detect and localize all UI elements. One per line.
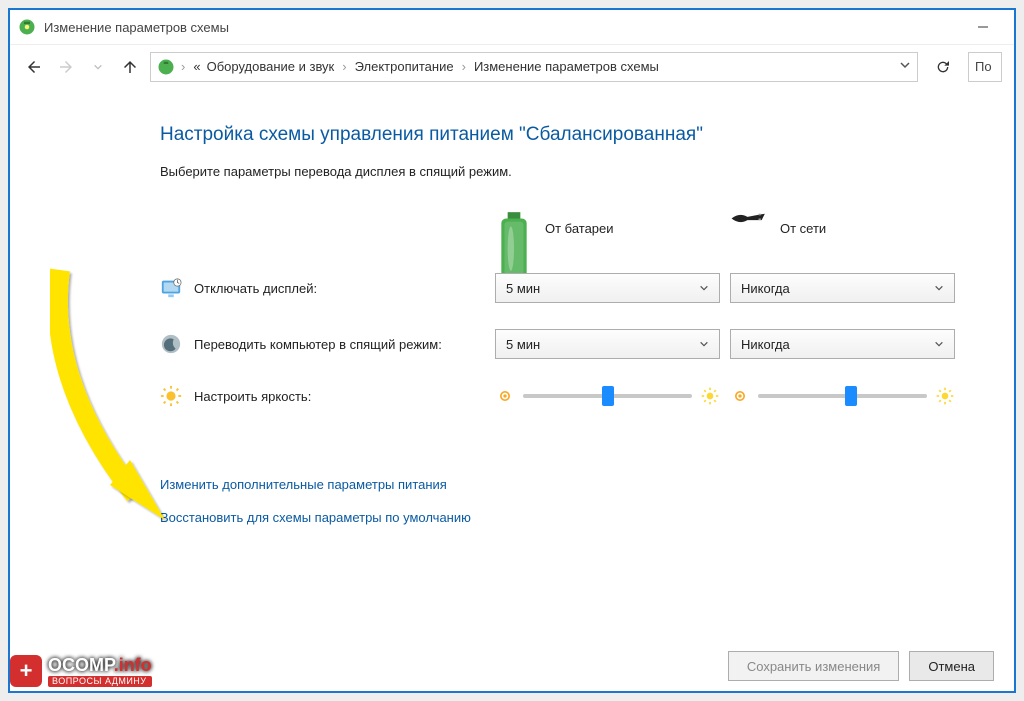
footer-buttons: Сохранить изменения Отмена — [728, 651, 994, 681]
address-dropdown-chevron[interactable] — [899, 59, 911, 74]
dropdown-value: 5 мин — [506, 281, 540, 296]
row-label-display: Отключать дисплей: — [160, 277, 485, 299]
navbar: › « Оборудование и звук › Электропитание… — [10, 44, 1014, 88]
chevron-down-icon — [699, 337, 709, 352]
breadcrumb-item[interactable]: Изменение параметров схемы — [474, 59, 659, 74]
plug-icon — [730, 209, 768, 247]
up-button[interactable] — [118, 55, 142, 79]
breadcrumb-item[interactable]: Оборудование и звук — [207, 59, 335, 74]
search-box[interactable]: По — [968, 52, 1002, 82]
sun-large-icon — [935, 386, 955, 406]
page-subheading: Выберите параметры перевода дисплея в сп… — [160, 164, 954, 179]
breadcrumb-prefix: « — [193, 59, 200, 74]
slider-thumb[interactable] — [602, 386, 614, 406]
page-heading: Настройка схемы управления питанием "Сба… — [160, 124, 954, 146]
column-header-battery: От батареи — [495, 209, 720, 247]
brightness-battery-slider[interactable] — [495, 386, 720, 406]
forward-button[interactable] — [54, 55, 78, 79]
watermark-main: OCOMP.info — [48, 656, 152, 674]
sleep-icon — [160, 333, 182, 355]
chevron-right-icon: › — [460, 59, 468, 74]
links-section: Изменить дополнительные параметры питани… — [160, 477, 954, 525]
dropdown-value: 5 мин — [506, 337, 540, 352]
display-battery-dropdown[interactable]: 5 мин — [495, 273, 720, 303]
watermark: + OCOMP.info ВОПРОСЫ АДМИНУ — [10, 655, 152, 687]
chevron-right-icon: › — [340, 59, 348, 74]
content-area: Настройка схемы управления питанием "Сба… — [10, 88, 1014, 545]
monitor-icon — [160, 277, 182, 299]
slider-track[interactable] — [758, 394, 927, 398]
save-button[interactable]: Сохранить изменения — [728, 651, 900, 681]
row-label-sleep: Переводить компьютер в спящий режим: — [160, 333, 485, 355]
setting-label: Отключать дисплей: — [194, 281, 317, 296]
slider-thumb[interactable] — [845, 386, 857, 406]
column-label: От сети — [780, 221, 826, 236]
sun-icon — [160, 385, 182, 407]
dropdown-value: Никогда — [741, 281, 790, 296]
watermark-sub: ВОПРОСЫ АДМИНУ — [48, 676, 152, 687]
sun-small-icon — [495, 386, 515, 406]
refresh-button[interactable] — [926, 59, 960, 75]
breadcrumb-item[interactable]: Электропитание — [355, 59, 454, 74]
cancel-button[interactable]: Отмена — [909, 651, 994, 681]
column-header-ac: От сети — [730, 209, 955, 247]
chevron-down-icon — [934, 337, 944, 352]
brightness-ac-slider[interactable] — [730, 386, 955, 406]
battery-icon — [495, 209, 533, 247]
sleep-ac-dropdown[interactable]: Никогда — [730, 329, 955, 359]
sun-large-icon — [700, 386, 720, 406]
minimize-button[interactable] — [960, 13, 1006, 41]
setting-label: Переводить компьютер в спящий режим: — [194, 337, 442, 352]
settings-grid: От батареи От сети Отключать дисплей: 5 … — [160, 209, 954, 407]
chevron-down-icon — [699, 281, 709, 296]
sun-small-icon — [730, 386, 750, 406]
back-button[interactable] — [22, 55, 46, 79]
display-ac-dropdown[interactable]: Никогда — [730, 273, 955, 303]
window-title: Изменение параметров схемы — [44, 20, 229, 35]
app-icon — [18, 18, 36, 36]
power-plan-icon — [157, 58, 175, 76]
dropdown-value: Никогда — [741, 337, 790, 352]
sleep-battery-dropdown[interactable]: 5 мин — [495, 329, 720, 359]
titlebar: Изменение параметров схемы — [10, 10, 1014, 44]
advanced-settings-link[interactable]: Изменить дополнительные параметры питани… — [160, 477, 954, 492]
setting-label: Настроить яркость: — [194, 389, 311, 404]
column-label: От батареи — [545, 221, 614, 236]
watermark-badge: + — [10, 655, 42, 687]
slider-track[interactable] — [523, 394, 692, 398]
control-panel-window: Изменение параметров схемы › « Оборудова — [8, 8, 1016, 693]
search-placeholder: По — [975, 59, 992, 74]
recent-locations-chevron[interactable] — [86, 55, 110, 79]
chevron-down-icon — [934, 281, 944, 296]
chevron-right-icon: › — [179, 59, 187, 74]
row-label-brightness: Настроить яркость: — [160, 385, 485, 407]
address-bar[interactable]: › « Оборудование и звук › Электропитание… — [150, 52, 918, 82]
restore-defaults-link[interactable]: Восстановить для схемы параметры по умол… — [160, 510, 954, 525]
